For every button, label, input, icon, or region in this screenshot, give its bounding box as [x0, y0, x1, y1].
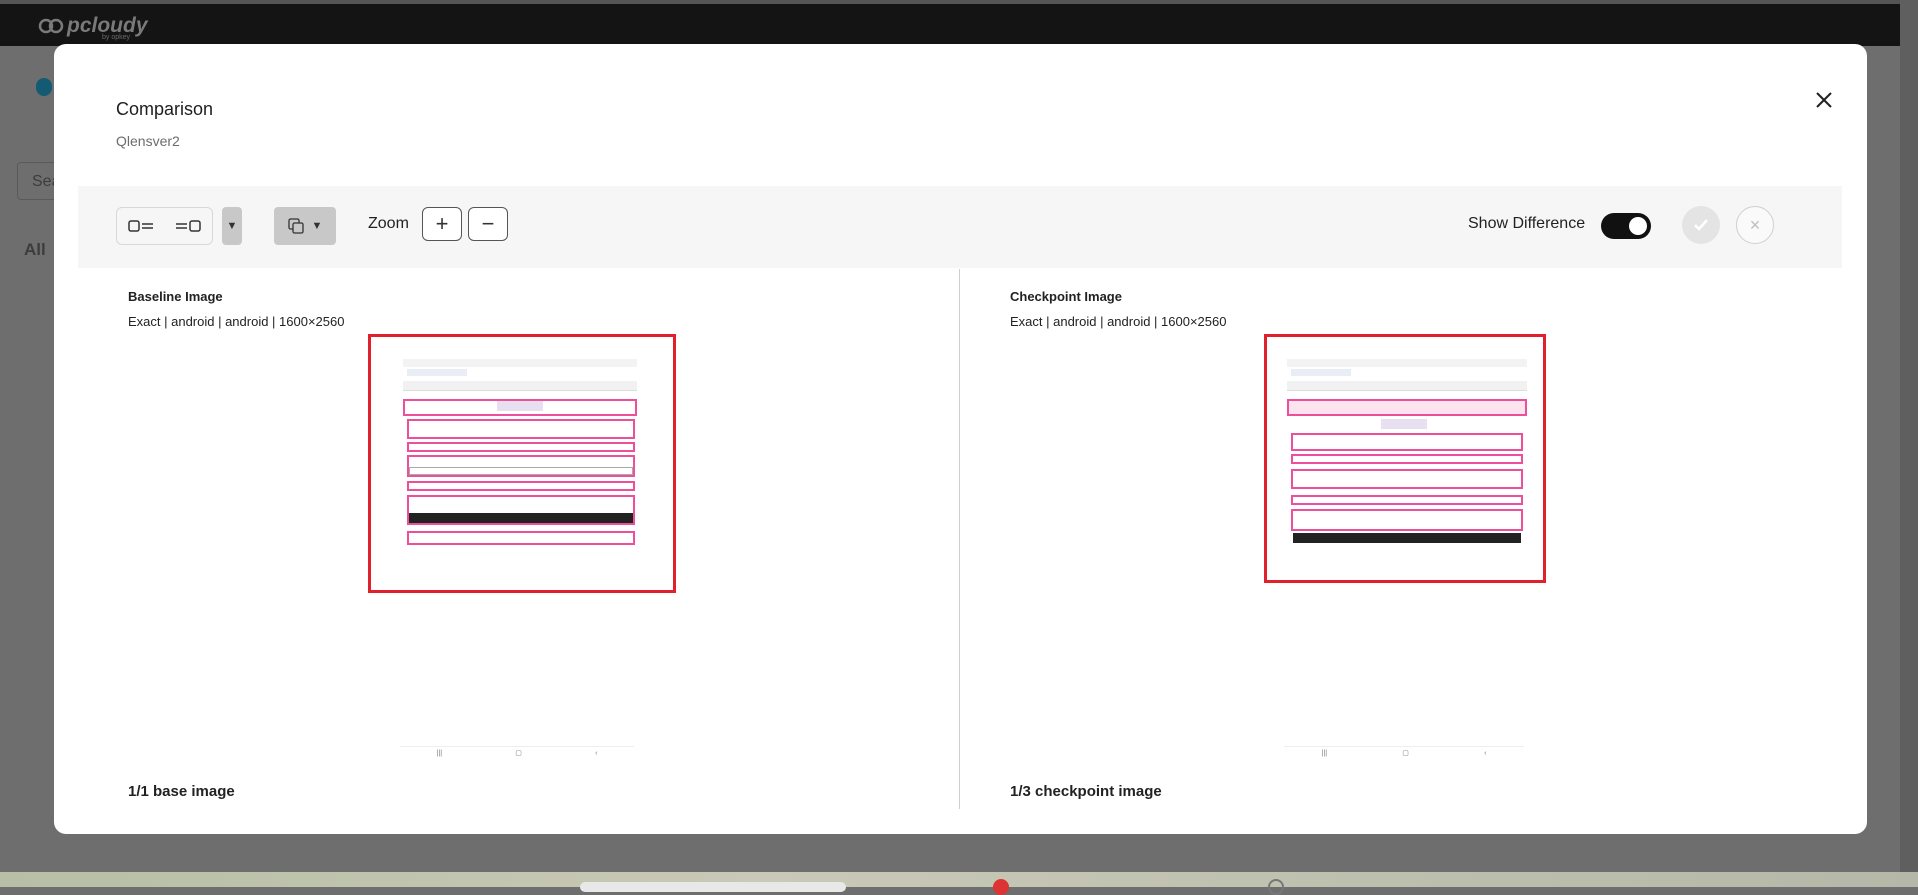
toggle-knob: [1629, 217, 1647, 235]
checkpoint-meta: Exact | android | android | 1600×2560: [1010, 314, 1227, 329]
layout-side-by-side-button[interactable]: [126, 214, 156, 238]
close-button[interactable]: [1808, 84, 1838, 114]
baseline-title: Baseline Image: [128, 289, 223, 304]
pcloudy-logo: pcloudy: [38, 14, 148, 38]
show-difference-toggle[interactable]: [1601, 213, 1651, 239]
baseline-meta: Exact | android | android | 1600×2560: [128, 314, 345, 329]
overlay-icon: [176, 220, 201, 232]
modal-subtitle: Qlensver2: [116, 133, 180, 149]
taskbar-search[interactable]: [580, 882, 846, 892]
close-icon: [1816, 92, 1832, 108]
background-all-label: All: [24, 240, 46, 259]
chevron-down-icon: ▼: [226, 220, 238, 232]
checkpoint-panel: Checkpoint Image Exact | android | andro…: [1010, 289, 1860, 809]
baseline-image-highlight[interactable]: [368, 334, 676, 593]
zoom-in-button[interactable]: +: [422, 207, 462, 241]
app-header: pcloudy by opkey: [0, 0, 1900, 46]
zoom-label: Zoom: [368, 215, 409, 232]
checkpoint-screenshot: [1287, 359, 1527, 559]
background-badge: [36, 78, 52, 96]
chevron-down-icon: ▼: [311, 220, 323, 232]
checkpoint-title: Checkpoint Image: [1010, 289, 1122, 304]
taskbar: [0, 872, 1918, 887]
taskbar-app-icon[interactable]: [1268, 879, 1284, 895]
logo-tagline: by opkey: [102, 34, 131, 41]
modal-title: Comparison: [116, 99, 214, 119]
comparison-modal: Comparison Qlensver2 ▼ ▼ Zoom + − Show D…: [54, 44, 1867, 834]
compare-mode-dropdown[interactable]: ▼: [274, 207, 336, 245]
approve-button[interactable]: [1682, 206, 1720, 244]
taskbar-app-icon[interactable]: [993, 879, 1009, 895]
show-difference-label: Show Difference: [1468, 215, 1586, 232]
layout-dropdown[interactable]: ▼: [222, 207, 242, 245]
baseline-panel: Baseline Image Exact | android | android…: [128, 289, 978, 809]
pcloudy-logo-icon: [38, 18, 64, 34]
zoom-out-button[interactable]: −: [468, 207, 508, 241]
checkpoint-nav-bar: ||| ▢ ‹: [1284, 746, 1524, 759]
check-icon: [1694, 219, 1708, 231]
baseline-screenshot: [403, 359, 637, 573]
page-scrollbar[interactable]: [1900, 0, 1918, 887]
baseline-count: 1/1 base image: [128, 783, 235, 800]
reject-button[interactable]: ×: [1736, 206, 1774, 244]
comparison-toolbar: ▼ ▼ Zoom + − Show Difference ×: [78, 186, 1842, 268]
layout-overlay-button[interactable]: [173, 214, 203, 238]
side-by-side-icon: [128, 220, 153, 232]
layout-toggle-group: [116, 207, 213, 245]
compare-images-icon: [287, 218, 304, 234]
checkpoint-count: 1/3 checkpoint image: [1010, 783, 1162, 800]
checkpoint-image-highlight[interactable]: [1264, 334, 1546, 583]
baseline-nav-bar: ||| ▢ ‹: [400, 746, 634, 759]
